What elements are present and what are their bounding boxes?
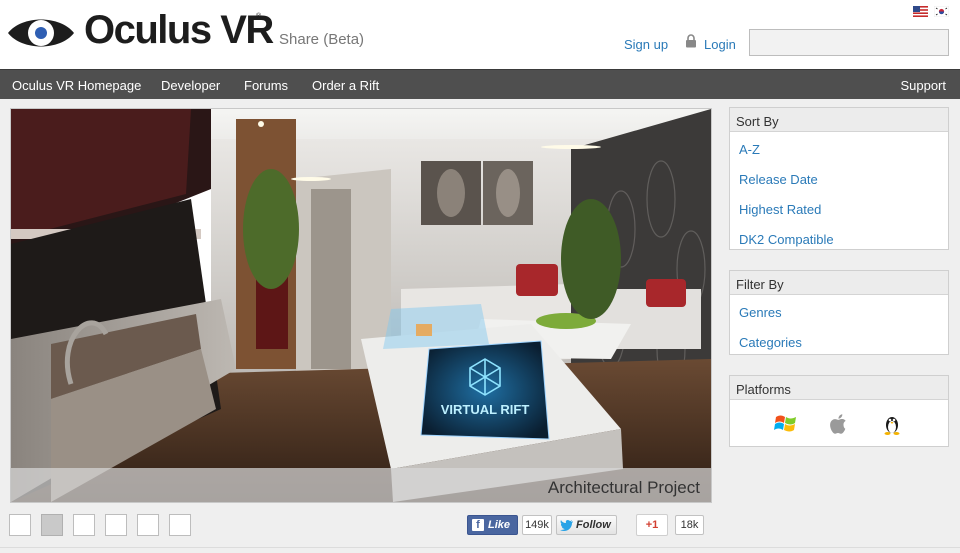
twitter-follow-button[interactable]: Follow [556, 515, 617, 535]
signup-link[interactable]: Sign up [624, 37, 668, 52]
image-caption: Architectural Project [547, 478, 700, 497]
twitter-bird-icon [560, 519, 573, 531]
sort-highest-rated[interactable]: Highest Rated [739, 202, 821, 217]
filter-genres[interactable]: Genres [739, 305, 782, 320]
gplus-count: 18k [675, 515, 704, 535]
sort-dk2-compatible[interactable]: DK2 Compatible [739, 232, 834, 247]
caption-bar: Architectural Project [11, 468, 711, 502]
apple-icon[interactable] [827, 412, 851, 436]
sort-release-date[interactable]: Release Date [739, 172, 818, 187]
platforms-panel: Platforms [729, 375, 949, 447]
thumbnail-2[interactable] [41, 514, 63, 536]
login-link[interactable]: Login [704, 37, 736, 52]
linux-icon[interactable] [880, 412, 904, 436]
thumbnail-1[interactable] [9, 514, 31, 536]
google-plus-button[interactable]: +1 [636, 514, 668, 536]
thumbnail-3[interactable] [73, 514, 95, 536]
facebook-like-button[interactable]: f Like [467, 515, 518, 535]
nav-item-support[interactable]: Support [900, 78, 946, 93]
architectural-project-image[interactable]: VIRTUAL RIFT [11, 109, 711, 502]
sort-by-title: Sort By [730, 108, 948, 132]
platforms-title: Platforms [730, 376, 948, 400]
share-beta-label: Share (Beta) [279, 31, 365, 48]
oculus-eye-logo-icon[interactable] [6, 13, 76, 53]
us-flag-icon[interactable] [913, 6, 928, 17]
filter-categories[interactable]: Categories [739, 335, 802, 350]
facebook-icon: f [472, 519, 484, 531]
site-header: Oculus VR ® Share (Beta) Sign up Login [0, 0, 960, 69]
windows-icon[interactable] [774, 412, 798, 436]
nav-item-homepage[interactable]: Oculus VR Homepage [12, 78, 141, 93]
registered-mark: ® [256, 13, 262, 20]
login-input[interactable] [749, 29, 949, 56]
featured-image-frame[interactable]: VIRTUAL RIFT Architectural Project [10, 108, 712, 503]
nav-item-developer[interactable]: Developer [161, 78, 220, 93]
sort-a-z[interactable]: A-Z [739, 142, 760, 157]
nav-item-forums[interactable]: Forums [244, 78, 288, 93]
gplus-label: +1 [645, 519, 659, 531]
like-label: Like [488, 519, 511, 531]
korea-flag-icon[interactable] [934, 6, 949, 17]
footer-divider [0, 547, 960, 548]
filter-by-title: Filter By [730, 271, 948, 295]
follow-label: Follow [576, 519, 611, 531]
thumbnail-5[interactable] [137, 514, 159, 536]
nav-item-order-rift[interactable]: Order a Rift [312, 78, 379, 93]
thumbnail-4[interactable] [105, 514, 127, 536]
thumbnail-6[interactable] [169, 514, 191, 536]
sort-by-panel: Sort By A-Z Release Date Highest Rated D… [729, 107, 949, 250]
site-logo-text[interactable]: Oculus VR [84, 8, 274, 53]
virtual-rift-sign-text: VIRTUAL RIFT [441, 402, 530, 417]
lock-icon [686, 34, 696, 48]
like-count: 149k [522, 515, 552, 535]
filter-by-panel: Filter By Genres Categories [729, 270, 949, 355]
main-nav: Oculus VR Homepage Developer Forums Orde… [0, 69, 960, 99]
